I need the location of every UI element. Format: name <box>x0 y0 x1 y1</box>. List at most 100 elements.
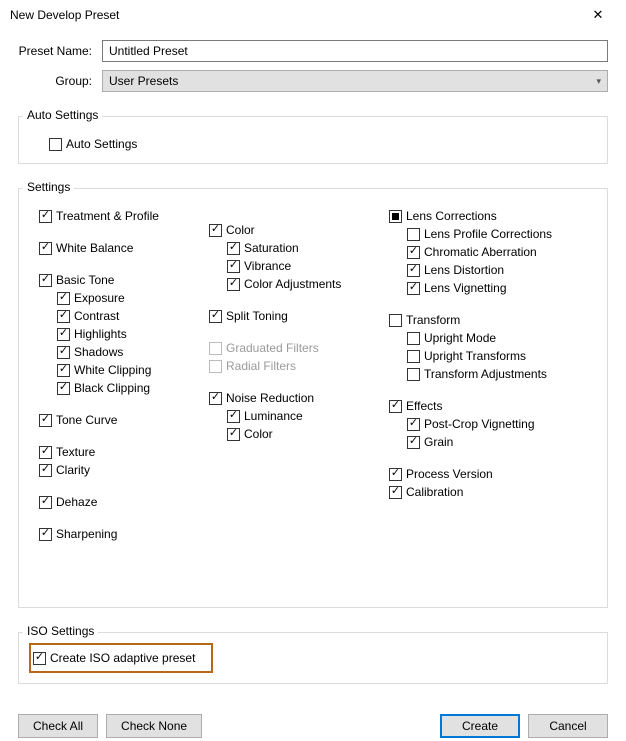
checkbox-icon <box>39 446 52 459</box>
upright-transforms-checkbox[interactable]: Upright Transforms <box>407 347 579 365</box>
checkbox-icon <box>407 332 420 345</box>
checkbox-icon <box>389 314 402 327</box>
grain-checkbox[interactable]: Grain <box>407 433 579 451</box>
checkbox-icon <box>209 224 222 237</box>
iso-legend: ISO Settings <box>23 624 98 638</box>
checkbox-icon <box>209 360 222 373</box>
checkbox-icon <box>407 246 420 259</box>
group-select[interactable]: User Presets ▾ <box>102 70 608 92</box>
checkbox-icon <box>57 364 70 377</box>
checkbox-icon <box>407 282 420 295</box>
post-crop-vignetting-checkbox[interactable]: Post-Crop Vignetting <box>407 415 579 433</box>
texture-checkbox[interactable]: Texture <box>39 443 199 461</box>
checkbox-icon <box>407 436 420 449</box>
checkbox-icon <box>407 418 420 431</box>
saturation-checkbox[interactable]: Saturation <box>227 239 379 257</box>
sharpening-checkbox[interactable]: Sharpening <box>39 525 199 543</box>
check-all-button[interactable]: Check All <box>18 714 98 738</box>
checkbox-icon <box>389 468 402 481</box>
clarity-checkbox[interactable]: Clarity <box>39 461 199 479</box>
calibration-checkbox[interactable]: Calibration <box>389 483 579 501</box>
preset-name-input[interactable] <box>102 40 608 62</box>
lens-profile-corrections-checkbox[interactable]: Lens Profile Corrections <box>407 225 579 243</box>
checkbox-icon <box>39 528 52 541</box>
contrast-checkbox[interactable]: Contrast <box>57 307 199 325</box>
graduated-filters-checkbox: Graduated Filters <box>209 339 379 357</box>
checkbox-icon <box>39 242 52 255</box>
checkbox-icon <box>389 400 402 413</box>
checkbox-icon <box>57 292 70 305</box>
transform-checkbox[interactable]: Transform <box>389 311 579 329</box>
create-button[interactable]: Create <box>440 714 520 738</box>
chromatic-aberration-checkbox[interactable]: Chromatic Aberration <box>407 243 579 261</box>
nr-color-checkbox[interactable]: Color <box>227 425 379 443</box>
settings-fieldset: Settings Treatment & Profile White Balan… <box>18 188 608 608</box>
highlights-checkbox[interactable]: Highlights <box>57 325 199 343</box>
window-title: New Develop Preset <box>10 8 119 22</box>
group-label: Group: <box>18 74 102 88</box>
iso-highlight: Create ISO adaptive preset <box>29 643 213 673</box>
color-checkbox[interactable]: Color <box>209 221 379 239</box>
dehaze-checkbox[interactable]: Dehaze <box>39 493 199 511</box>
checkbox-icon <box>39 414 52 427</box>
iso-fieldset: ISO Settings Create ISO adaptive preset <box>18 632 608 684</box>
checkbox-icon <box>57 382 70 395</box>
radial-filters-checkbox: Radial Filters <box>209 357 379 375</box>
chevron-down-icon: ▾ <box>596 76 601 87</box>
checkbox-icon <box>209 310 222 323</box>
checkbox-icon <box>39 464 52 477</box>
checkbox-icon <box>407 368 420 381</box>
effects-checkbox[interactable]: Effects <box>389 397 579 415</box>
exposure-checkbox[interactable]: Exposure <box>57 289 199 307</box>
checkbox-icon <box>209 392 222 405</box>
checkbox-icon <box>39 210 52 223</box>
white-balance-checkbox[interactable]: White Balance <box>39 239 199 257</box>
checkbox-icon <box>57 346 70 359</box>
white-clipping-checkbox[interactable]: White Clipping <box>57 361 199 379</box>
lens-corrections-checkbox[interactable]: Lens Corrections <box>389 207 579 225</box>
checkbox-icon <box>57 310 70 323</box>
titlebar: New Develop Preset ✕ <box>0 0 626 30</box>
black-clipping-checkbox[interactable]: Black Clipping <box>57 379 199 397</box>
preset-name-label: Preset Name: <box>18 44 102 58</box>
autosettings-fieldset: Auto Settings Auto Settings <box>18 116 608 164</box>
lens-distortion-checkbox[interactable]: Lens Distortion <box>407 261 579 279</box>
color-adjustments-checkbox[interactable]: Color Adjustments <box>227 275 379 293</box>
checkbox-icon <box>33 652 46 665</box>
create-iso-adaptive-checkbox[interactable]: Create ISO adaptive preset <box>33 649 195 667</box>
lens-vignetting-checkbox[interactable]: Lens Vignetting <box>407 279 579 297</box>
treatment-profile-checkbox[interactable]: Treatment & Profile <box>39 207 199 225</box>
tone-curve-checkbox[interactable]: Tone Curve <box>39 411 199 429</box>
check-none-button[interactable]: Check None <box>106 714 202 738</box>
shadows-checkbox[interactable]: Shadows <box>57 343 199 361</box>
checkbox-icon <box>39 274 52 287</box>
settings-legend: Settings <box>23 180 74 194</box>
close-icon: ✕ <box>593 7 604 23</box>
luminance-checkbox[interactable]: Luminance <box>227 407 379 425</box>
checkbox-icon <box>227 242 240 255</box>
checkbox-icon <box>209 342 222 355</box>
checkbox-icon <box>407 264 420 277</box>
cancel-button[interactable]: Cancel <box>528 714 608 738</box>
split-toning-checkbox[interactable]: Split Toning <box>209 307 379 325</box>
checkbox-icon <box>227 410 240 423</box>
upright-mode-checkbox[interactable]: Upright Mode <box>407 329 579 347</box>
basic-tone-checkbox[interactable]: Basic Tone <box>39 271 199 289</box>
checkbox-icon <box>407 350 420 363</box>
process-version-checkbox[interactable]: Process Version <box>389 465 579 483</box>
transform-adjustments-checkbox[interactable]: Transform Adjustments <box>407 365 579 383</box>
checkbox-icon <box>49 138 62 151</box>
group-value: User Presets <box>109 74 178 88</box>
checkbox-icon <box>389 486 402 499</box>
auto-settings-checkbox[interactable]: Auto Settings <box>49 135 597 153</box>
checkbox-icon <box>227 260 240 273</box>
checkbox-icon <box>389 210 402 223</box>
vibrance-checkbox[interactable]: Vibrance <box>227 257 379 275</box>
autosettings-legend: Auto Settings <box>23 108 102 122</box>
checkbox-icon <box>227 278 240 291</box>
checkbox-icon <box>227 428 240 441</box>
close-button[interactable]: ✕ <box>578 1 618 29</box>
noise-reduction-checkbox[interactable]: Noise Reduction <box>209 389 379 407</box>
auto-settings-label: Auto Settings <box>66 137 137 151</box>
checkbox-icon <box>57 328 70 341</box>
